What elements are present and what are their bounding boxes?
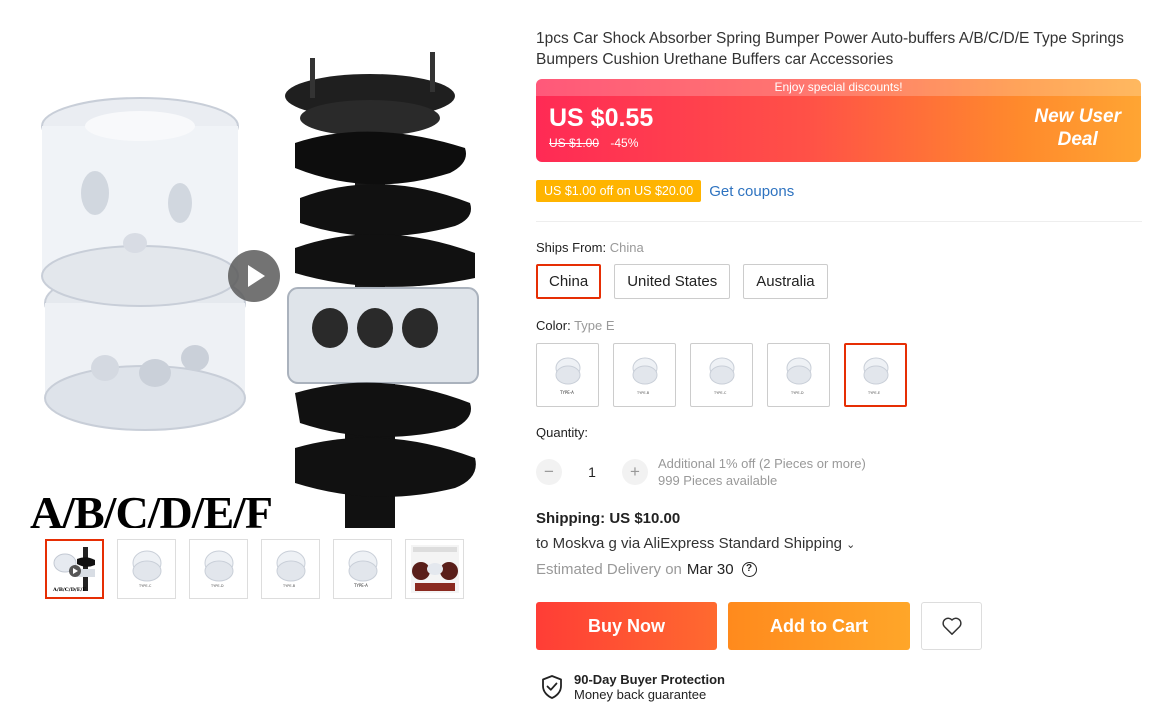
swatch-label-c: TYPE-C xyxy=(713,391,727,395)
shipping-destination[interactable]: to Moskva g via AliExpress Standard Ship… xyxy=(536,535,855,552)
quantity-value[interactable]: 1 xyxy=(562,464,622,480)
thumbnail-6[interactable] xyxy=(405,539,464,599)
protection-text: 90-Day Buyer Protection Money back guara… xyxy=(574,672,725,702)
swatch-image: TYPE-E xyxy=(863,357,888,395)
get-coupons-link[interactable]: Get coupons xyxy=(709,183,794,200)
thumbnail-strip: A/B/C/D/E/F TYPE-C TYPE-D TYPE-B TYPE-A xyxy=(45,539,464,599)
quantity-stepper: − 1 + Additional 1% off (2 Pieces or mor… xyxy=(536,455,866,489)
thumbnail-label-5: TYPE-A xyxy=(353,583,368,588)
add-to-cart-button[interactable]: Add to Cart xyxy=(728,602,910,650)
thumbnail-label-3: TYPE-D xyxy=(210,584,224,588)
thumbnail-image: TYPE-C xyxy=(132,550,161,588)
thumbnail-1[interactable]: A/B/C/D/E/F xyxy=(45,539,104,599)
promo-strip: Enjoy special discounts! xyxy=(536,79,1141,96)
estimated-delivery-date: Mar 30 xyxy=(686,561,734,578)
bulk-discount-note: Additional 1% off (2 Pieces or more) xyxy=(658,456,866,471)
thumbnail-label-4: TYPE-B xyxy=(282,584,296,588)
color-option-type-e[interactable]: TYPE-E xyxy=(844,343,907,407)
shipping-destination-text: to Moskva g via AliExpress Standard Ship… xyxy=(536,535,842,552)
thumbnail-image: TYPE-A xyxy=(348,550,377,588)
quantity-increase-button[interactable]: + xyxy=(622,459,648,485)
buy-now-button[interactable]: Buy Now xyxy=(536,602,717,650)
stock-available: 999 Pieces available xyxy=(658,473,778,488)
product-title: 1pcs Car Shock Absorber Spring Bumper Po… xyxy=(536,30,1124,68)
estimated-delivery: Estimated Delivery on Mar 30 ? xyxy=(536,561,757,578)
thumbnail-image: A/B/C/D/E/F xyxy=(52,547,95,593)
coupon-tag: US $1.00 off on US $20.00 xyxy=(536,180,702,202)
deal-line-1: New User xyxy=(1034,106,1121,127)
swatch-label-b: TYPE-B xyxy=(636,391,650,395)
help-icon[interactable]: ? xyxy=(741,562,757,577)
color-label: Color: xyxy=(536,318,571,333)
color-option-type-c[interactable]: TYPE-C xyxy=(690,343,753,407)
color-options: TYPE-A TYPE-B TYPE-C TYPE-D TYPE-E xyxy=(536,343,907,407)
ships-from-label-row: Ships From: China xyxy=(536,240,644,255)
ships-from-label: Ships From: xyxy=(536,240,607,255)
ship-option-china[interactable]: China xyxy=(536,264,602,299)
divider xyxy=(536,221,1142,222)
product-gallery: A/B/C/D/E/F A/B/C/D/E/F TYPE-C TYPE-D TY… xyxy=(0,0,520,725)
thumbnail-3[interactable]: TYPE-D xyxy=(189,539,248,599)
deal-line-2: Deal xyxy=(1057,129,1098,150)
play-video-button[interactable] xyxy=(228,250,280,302)
ship-option-australia[interactable]: Australia xyxy=(743,264,828,299)
thumbnail-image: TYPE-B xyxy=(276,550,305,588)
quantity-label: Quantity: xyxy=(536,425,589,440)
original-price-row: US $1.00 -45% xyxy=(549,136,638,150)
play-icon xyxy=(248,265,265,287)
quantity-decrease-button[interactable]: − xyxy=(536,459,562,485)
ships-from-options: China United States Australia xyxy=(536,264,828,299)
buyer-protection: 90-Day Buyer Protection Money back guara… xyxy=(540,672,725,702)
thumbnail-5[interactable]: TYPE-A xyxy=(333,539,392,599)
shield-check-icon xyxy=(542,675,562,699)
ship-option-united-states[interactable]: United States xyxy=(614,264,731,299)
swatch-label-a: TYPE-A xyxy=(559,390,574,395)
swatch-label-d: TYPE-D xyxy=(790,391,804,395)
protection-subtitle: Money back guarantee xyxy=(574,687,707,702)
thumbnail-2[interactable]: TYPE-C xyxy=(117,539,176,599)
swatch-label-e: TYPE-E xyxy=(867,391,880,395)
thumbnail-image xyxy=(410,545,459,593)
quantity-notes: Additional 1% off (2 Pieces or more) 999… xyxy=(658,455,866,489)
thumbnail-image: TYPE-D xyxy=(204,550,233,588)
shipping-cost: Shipping: US $10.00 xyxy=(536,510,681,527)
thumbnail-4[interactable]: TYPE-B xyxy=(261,539,320,599)
color-label-row: Color: Type E xyxy=(536,318,615,333)
color-option-type-a[interactable]: TYPE-A xyxy=(536,343,599,407)
swatch-image: TYPE-A xyxy=(555,357,580,395)
swatch-image: TYPE-B xyxy=(632,357,657,395)
thumbnail-label-2: TYPE-C xyxy=(138,584,152,588)
swatch-image: TYPE-D xyxy=(786,357,811,395)
chevron-down-icon: ⌄ xyxy=(846,539,856,551)
ships-from-selected: China xyxy=(609,240,644,255)
discount-percent: -45% xyxy=(610,136,639,150)
image-caption: A/B/C/D/E/F xyxy=(30,487,273,528)
swatch-image: TYPE-C xyxy=(709,357,734,395)
price-banner: Enjoy special discounts! US $0.55 US $1.… xyxy=(536,79,1141,162)
estimated-delivery-label: Estimated Delivery on xyxy=(536,561,682,578)
thumbnail-label-1: A/B/C/D/E/F xyxy=(52,587,86,593)
new-user-deal-badge: New User Deal xyxy=(1034,105,1121,151)
color-option-type-d[interactable]: TYPE-D xyxy=(767,343,830,407)
color-selected: Type E xyxy=(574,318,615,333)
protection-title: 90-Day Buyer Protection xyxy=(574,672,725,687)
current-price: US $0.55 xyxy=(549,104,654,132)
wishlist-button[interactable] xyxy=(921,602,982,650)
heart-icon xyxy=(941,617,962,635)
color-option-type-b[interactable]: TYPE-B xyxy=(613,343,676,407)
original-price: US $1.00 xyxy=(549,136,600,150)
coupon-row: US $1.00 off on US $20.00 Get coupons xyxy=(536,180,794,202)
